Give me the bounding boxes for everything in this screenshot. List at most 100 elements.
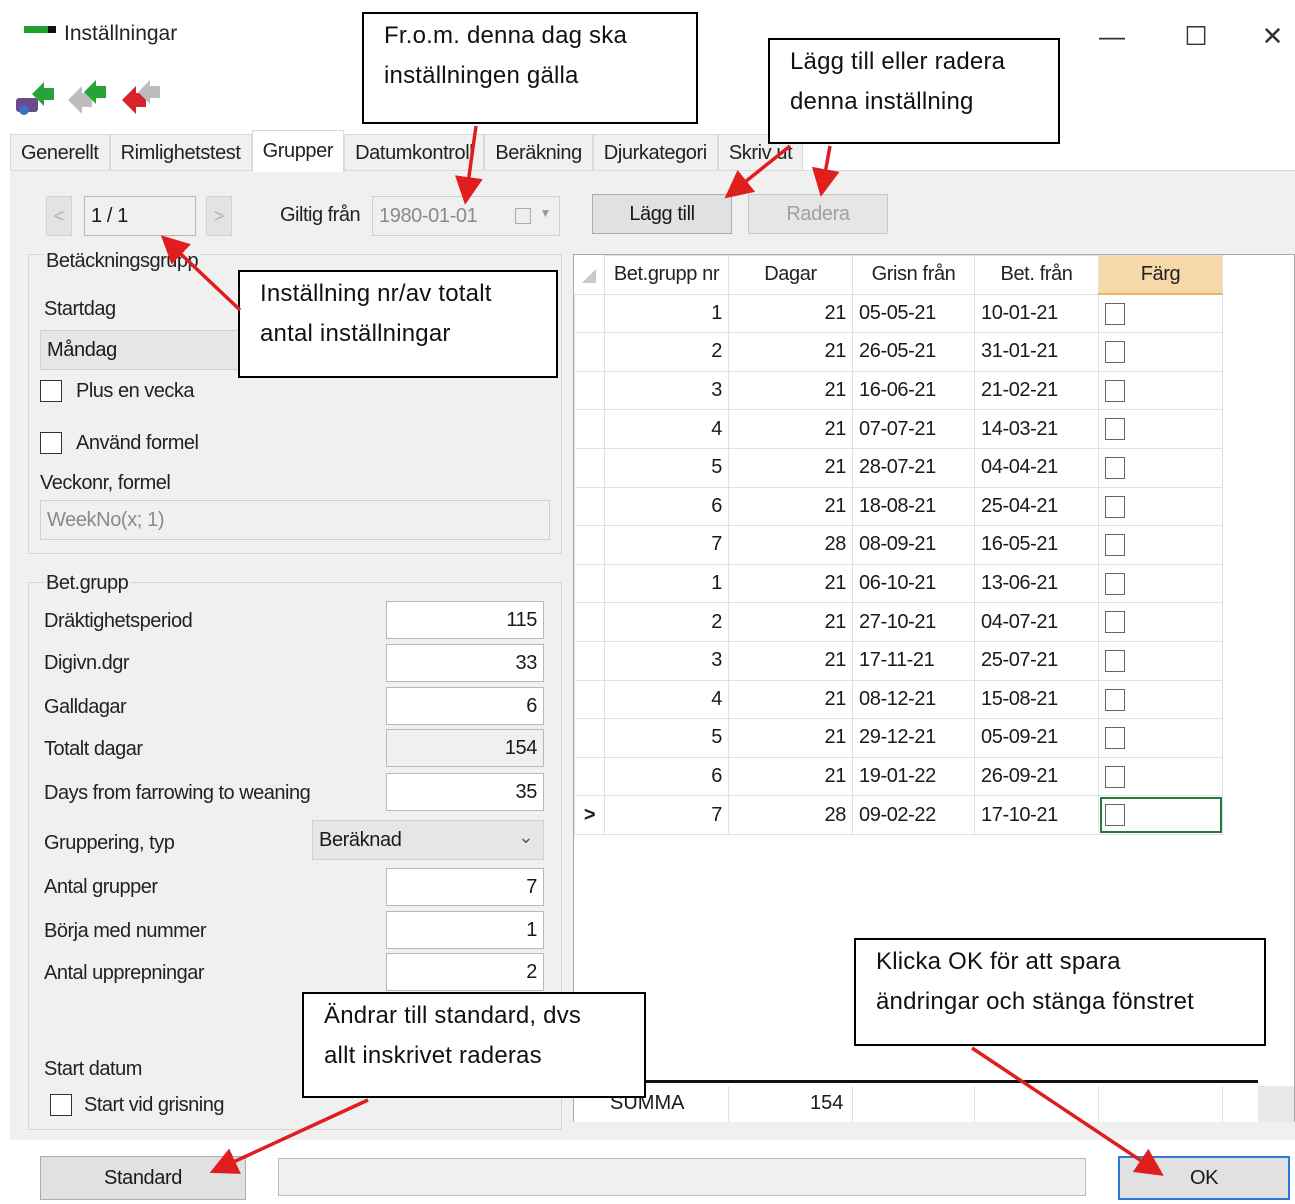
cell-dagar[interactable]: 21 — [728, 293, 853, 334]
borja-med-nummer-field[interactable]: 1 — [386, 911, 544, 949]
col-header-dagar[interactable]: Dagar — [728, 255, 853, 295]
row-header[interactable] — [574, 718, 605, 758]
cell-grisn-fran[interactable]: 29-12-21 — [852, 718, 975, 758]
row-header[interactable] — [574, 409, 605, 449]
cell-betgrupp-nr[interactable]: 6 — [604, 756, 729, 797]
cell-grisn-fran[interactable]: 08-12-21 — [852, 679, 975, 720]
cell-farg[interactable] — [1098, 563, 1223, 604]
cell-grisn-fran[interactable]: 28-07-21 — [852, 447, 975, 488]
cell-bet-fran[interactable]: 15-08-21 — [974, 679, 1099, 720]
table-row[interactable]: 3 21 17-11-21 25-07-21 — [574, 640, 1223, 681]
delete-setting-icon[interactable] — [120, 74, 164, 118]
cell-betgrupp-nr[interactable]: 7 — [604, 795, 729, 835]
add-button[interactable]: Lägg till — [592, 194, 732, 234]
cell-dagar[interactable]: 21 — [728, 332, 853, 372]
color-swatch-box[interactable] — [1105, 688, 1125, 711]
valid-from-date-picker[interactable]: 1980-01-01 ▼ — [372, 196, 560, 236]
col-header-farg[interactable]: Färg — [1098, 255, 1223, 296]
cell-bet-fran[interactable]: 04-07-21 — [974, 602, 1099, 642]
standard-button[interactable]: Standard — [40, 1156, 246, 1200]
color-swatch-box[interactable] — [1105, 302, 1125, 325]
digivn-dgr-field[interactable]: 33 — [386, 644, 544, 682]
cell-grisn-fran[interactable]: 09-02-22 — [852, 795, 975, 835]
cell-betgrupp-nr[interactable]: 3 — [604, 370, 729, 411]
color-swatch-box[interactable] — [1105, 418, 1125, 441]
color-swatch-box[interactable] — [1105, 804, 1125, 827]
table-row[interactable]: 4 21 07-07-21 14-03-21 — [574, 409, 1223, 449]
cell-bet-fran[interactable]: 14-03-21 — [974, 409, 1099, 449]
col-header-betgrupp-nr[interactable]: Bet.grupp nr — [604, 255, 729, 295]
veckonr-formel-field[interactable]: WeekNo(x; 1) — [40, 500, 550, 540]
cell-betgrupp-nr[interactable]: 4 — [604, 409, 729, 449]
cell-dagar[interactable]: 21 — [728, 679, 853, 720]
cell-dagar[interactable]: 21 — [728, 370, 853, 411]
cell-grisn-fran[interactable]: 16-06-21 — [852, 370, 975, 411]
color-swatch-box[interactable] — [1105, 379, 1125, 402]
cell-farg[interactable] — [1098, 640, 1223, 681]
cell-farg[interactable] — [1098, 602, 1223, 642]
table-row[interactable]: 2 21 26-05-21 31-01-21 — [574, 332, 1223, 372]
cell-bet-fran[interactable]: 21-02-21 — [974, 370, 1099, 411]
cell-bet-fran[interactable]: 05-09-21 — [974, 718, 1099, 758]
cell-betgrupp-nr[interactable]: 7 — [604, 525, 729, 565]
color-swatch-box[interactable] — [1105, 611, 1125, 634]
row-header[interactable] — [574, 293, 605, 334]
cell-grisn-fran[interactable]: 05-05-21 — [852, 293, 975, 334]
tab-generellt[interactable]: Generellt — [10, 134, 110, 172]
color-swatch-box[interactable] — [1105, 649, 1125, 672]
tab-grupper[interactable]: Grupper — [251, 130, 345, 172]
row-header[interactable] — [574, 486, 605, 527]
table-row[interactable]: 1 21 05-05-21 10-01-21 — [574, 293, 1223, 334]
plus-en-vecka-checkbox[interactable] — [40, 380, 62, 402]
start-vid-grisning-checkbox[interactable] — [50, 1094, 72, 1116]
row-header[interactable] — [574, 370, 605, 411]
cell-farg[interactable] — [1098, 447, 1223, 488]
cell-farg[interactable] — [1098, 293, 1223, 334]
color-swatch-box[interactable] — [1105, 765, 1125, 788]
cell-grisn-fran[interactable]: 07-07-21 — [852, 409, 975, 449]
color-swatch-box[interactable] — [1105, 495, 1125, 518]
maximize-button[interactable]: ☐ — [1166, 14, 1226, 58]
row-header[interactable] — [574, 756, 605, 797]
cell-farg[interactable] — [1098, 525, 1223, 565]
ok-button[interactable]: OK — [1118, 1156, 1290, 1200]
cell-dagar[interactable]: 21 — [728, 640, 853, 681]
cell-dagar[interactable]: 21 — [728, 409, 853, 449]
table-row[interactable]: 7 28 08-09-21 16-05-21 — [574, 525, 1223, 565]
tab-datumkontroll[interactable]: Datumkontroll — [344, 134, 485, 172]
cell-betgrupp-nr[interactable]: 2 — [604, 332, 729, 372]
col-header-bet-fran[interactable]: Bet. från — [974, 255, 1099, 295]
row-header[interactable] — [574, 332, 605, 372]
cell-grisn-fran[interactable]: 06-10-21 — [852, 563, 975, 604]
cell-farg[interactable] — [1098, 332, 1223, 372]
draktighetsperiod-field[interactable]: 115 — [386, 601, 544, 639]
anvand-formel-checkbox[interactable] — [40, 432, 62, 454]
col-header-grisn-fran[interactable]: Grisn från — [852, 255, 975, 295]
cell-grisn-fran[interactable]: 17-11-21 — [852, 640, 975, 681]
antal-grupper-field[interactable]: 7 — [386, 868, 544, 906]
row-header[interactable] — [574, 447, 605, 488]
prev-setting-button[interactable]: < — [46, 196, 72, 236]
cell-dagar[interactable]: 21 — [728, 718, 853, 758]
cell-betgrupp-nr[interactable]: 3 — [604, 640, 729, 681]
cell-bet-fran[interactable]: 16-05-21 — [974, 525, 1099, 565]
cell-farg[interactable] — [1098, 795, 1223, 835]
table-row[interactable]: 3 21 16-06-21 21-02-21 — [574, 370, 1223, 411]
cell-farg[interactable] — [1098, 679, 1223, 720]
minimize-button[interactable]: — — [1082, 14, 1142, 58]
table-row[interactable]: 2 21 27-10-21 04-07-21 — [574, 602, 1223, 642]
color-swatch-box[interactable] — [1105, 341, 1125, 364]
weaning-days-field[interactable]: 35 — [386, 773, 544, 811]
color-swatch-box[interactable] — [1105, 727, 1125, 750]
cell-grisn-fran[interactable]: 26-05-21 — [852, 332, 975, 372]
close-button[interactable]: ✕ — [1250, 14, 1295, 58]
row-header[interactable] — [574, 602, 605, 642]
tab-djurkategori[interactable]: Djurkategori — [592, 134, 718, 172]
cell-bet-fran[interactable]: 17-10-21 — [974, 795, 1099, 835]
cell-betgrupp-nr[interactable]: 6 — [604, 486, 729, 527]
cell-grisn-fran[interactable]: 18-08-21 — [852, 486, 975, 527]
color-swatch-box[interactable] — [1105, 534, 1125, 557]
tab-berakning[interactable]: Beräkning — [484, 134, 593, 172]
row-header[interactable]: > — [574, 795, 605, 835]
cell-bet-fran[interactable]: 25-07-21 — [974, 640, 1099, 681]
